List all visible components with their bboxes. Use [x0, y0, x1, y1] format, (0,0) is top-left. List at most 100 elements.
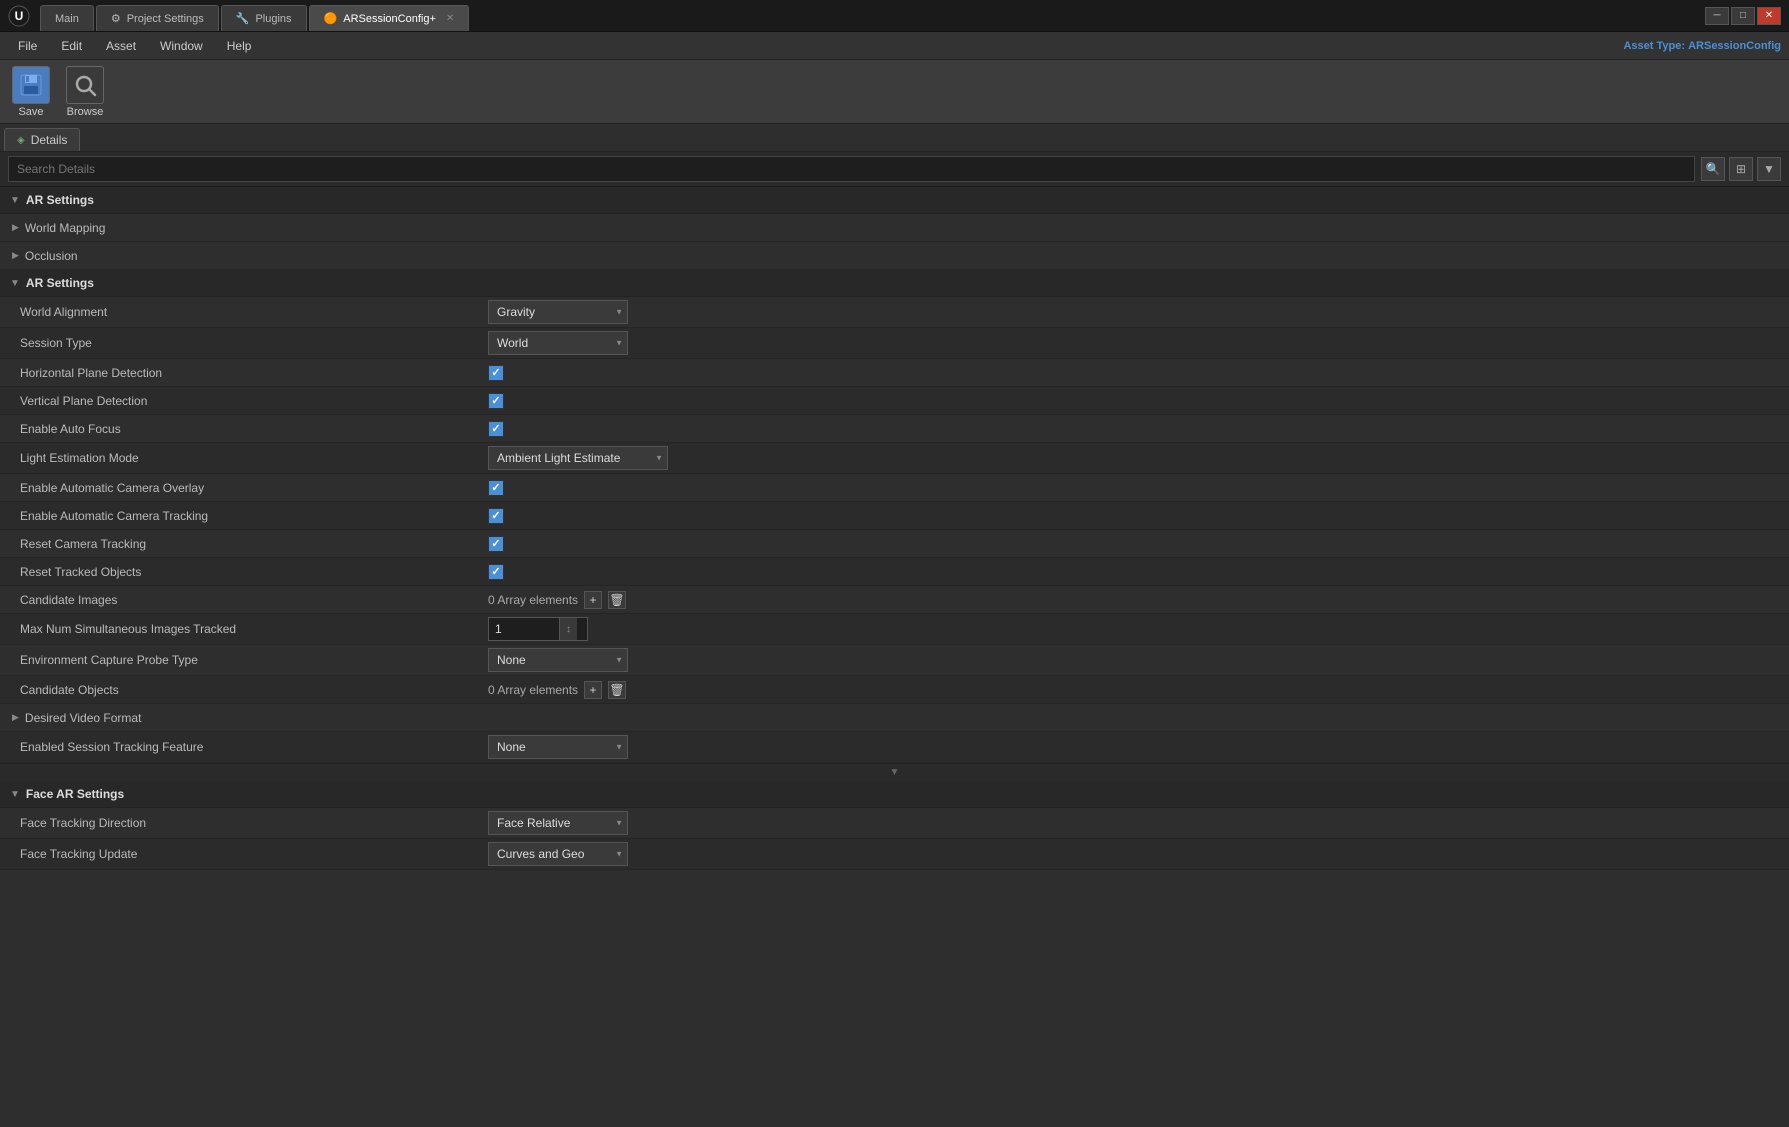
session-type-value: World Face Image ObjectDetection PoseTra… [480, 328, 1789, 358]
tab-project-settings[interactable]: ⚙ Project Settings [96, 5, 219, 31]
browse-button[interactable]: Browse [66, 66, 104, 118]
session-tracking-feature-row: Enabled Session Tracking Feature None Po… [0, 732, 1789, 763]
candidate-images-count: 0 Array elements [488, 593, 578, 607]
session-tracking-feature-select-wrapper: None PoseDetection SceneDepth [488, 735, 628, 759]
ue-logo: U [8, 5, 30, 27]
close-button[interactable]: ✕ [1757, 7, 1781, 25]
max-images-tracked-value: ↕ [480, 614, 1789, 644]
world-alignment-value: Gravity GravityAndHeading Camera [480, 297, 1789, 327]
window-controls: ─ □ ✕ [1705, 7, 1781, 25]
svg-text:U: U [15, 9, 24, 23]
session-type-select[interactable]: World Face Image ObjectDetection PoseTra… [488, 331, 628, 355]
candidate-images-value: 0 Array elements + 🗑 [480, 588, 1789, 612]
face-tracking-update-select[interactable]: Curves and Geo CurvesOnly GeoOnly [488, 842, 628, 866]
ar-settings-first-arrow: ▼ [10, 195, 20, 206]
face-ar-settings-header[interactable]: ▼ Face AR Settings [0, 781, 1789, 808]
camera-tracking-checkbox[interactable] [488, 508, 504, 524]
max-images-spin-btn[interactable]: ↕ [559, 618, 577, 640]
horizontal-plane-label: Horizontal Plane Detection [0, 362, 480, 384]
reset-camera-row: Reset Camera Tracking [0, 530, 1789, 558]
candidate-objects-label: Candidate Objects [0, 679, 480, 701]
max-images-tracked-row: Max Num Simultaneous Images Tracked ↕ [0, 614, 1789, 645]
candidate-images-row: Candidate Images 0 Array elements + 🗑 [0, 586, 1789, 614]
tab-arsession-close[interactable]: ✕ [446, 13, 454, 24]
world-mapping-row[interactable]: ▶ World Mapping [0, 214, 1789, 242]
camera-overlay-row: Enable Automatic Camera Overlay [0, 474, 1789, 502]
session-tracking-feature-select[interactable]: None PoseDetection SceneDepth [488, 735, 628, 759]
tab-arsession-icon: 🟠 [324, 12, 338, 25]
menu-window[interactable]: Window [150, 35, 213, 57]
desired-video-format-row[interactable]: ▶ Desired Video Format [0, 704, 1789, 732]
occlusion-row[interactable]: ▶ Occlusion [0, 242, 1789, 270]
reset-tracked-value [480, 561, 1789, 583]
world-alignment-row: World Alignment Gravity GravityAndHeadin… [0, 297, 1789, 328]
camera-tracking-label: Enable Automatic Camera Tracking [0, 505, 480, 527]
save-icon [12, 66, 50, 104]
reset-tracked-row: Reset Tracked Objects [0, 558, 1789, 586]
tab-plugins[interactable]: 🔧 Plugins [221, 5, 307, 31]
eye-button[interactable]: ▼ [1757, 157, 1781, 181]
horizontal-plane-checkbox[interactable] [488, 365, 504, 381]
face-tracking-update-value: Curves and Geo CurvesOnly GeoOnly [480, 839, 1789, 869]
tab-main[interactable]: Main [40, 5, 94, 31]
menu-edit[interactable]: Edit [51, 35, 92, 57]
details-panel: ◈ Details 🔍 ⊞ ▼ ▼ AR Settings ▶ World Ma… [0, 124, 1789, 1127]
candidate-objects-remove-button[interactable]: 🗑 [608, 681, 626, 699]
asset-type-value: ARSessionConfig [1688, 40, 1781, 52]
session-tracking-feature-value: None PoseDetection SceneDepth [480, 732, 1789, 762]
vertical-plane-label: Vertical Plane Detection [0, 390, 480, 412]
menu-file[interactable]: File [8, 35, 47, 57]
menu-bar: File Edit Asset Window Help Asset Type: … [0, 32, 1789, 60]
env-capture-select-wrapper: None Automatic Manual [488, 648, 628, 672]
camera-tracking-value [480, 505, 1789, 527]
reset-camera-label: Reset Camera Tracking [0, 533, 480, 555]
face-ar-settings-arrow: ▼ [10, 789, 20, 800]
grid-view-button[interactable]: ⊞ [1729, 157, 1753, 181]
details-tabs: ◈ Details [0, 124, 1789, 152]
tab-main-label: Main [55, 13, 79, 25]
world-alignment-select[interactable]: Gravity GravityAndHeading Camera [488, 300, 628, 324]
ar-settings-second-header[interactable]: ▼ AR Settings [0, 270, 1789, 297]
scroll-indicator: ▼ [0, 763, 1789, 781]
ar-settings-first-header[interactable]: ▼ AR Settings [0, 187, 1789, 214]
save-button[interactable]: Save [12, 66, 50, 118]
maximize-button[interactable]: □ [1731, 7, 1755, 25]
env-capture-select[interactable]: None Automatic Manual [488, 648, 628, 672]
candidate-images-add-button[interactable]: + [584, 591, 602, 609]
auto-focus-checkbox[interactable] [488, 421, 504, 437]
reset-tracked-label: Reset Tracked Objects [0, 561, 480, 583]
menu-asset[interactable]: Asset [96, 35, 146, 57]
reset-camera-checkbox[interactable] [488, 536, 504, 552]
details-tab[interactable]: ◈ Details [4, 128, 80, 151]
candidate-images-label: Candidate Images [0, 589, 480, 611]
max-images-input[interactable] [489, 622, 559, 636]
face-tracking-update-row: Face Tracking Update Curves and Geo Curv… [0, 839, 1789, 870]
tab-arsession[interactable]: 🟠 ARSessionConfig+ ✕ [309, 5, 470, 31]
world-mapping-label: World Mapping [25, 221, 105, 235]
tab-project-settings-icon: ⚙ [111, 12, 121, 25]
world-alignment-label: World Alignment [0, 301, 480, 323]
search-magnify-button[interactable]: 🔍 [1701, 157, 1725, 181]
camera-overlay-checkbox[interactable] [488, 480, 504, 496]
menu-help[interactable]: Help [217, 35, 262, 57]
candidate-objects-add-button[interactable]: + [584, 681, 602, 699]
vertical-plane-value [480, 390, 1789, 412]
world-mapping-arrow: ▶ [12, 222, 19, 233]
session-tracking-feature-label: Enabled Session Tracking Feature [0, 736, 480, 758]
ar-settings-first-title: AR Settings [26, 193, 94, 207]
minimize-button[interactable]: ─ [1705, 7, 1729, 25]
face-ar-settings-title: Face AR Settings [26, 787, 124, 801]
occlusion-label: Occlusion [25, 249, 78, 263]
horizontal-plane-value [480, 362, 1789, 384]
title-bar: U Main ⚙ Project Settings 🔧 Plugins 🟠 AR… [0, 0, 1789, 32]
light-estimation-select[interactable]: Ambient Light Estimate None DirectionalL… [488, 446, 668, 470]
search-input[interactable] [8, 156, 1695, 182]
browse-label: Browse [67, 106, 104, 118]
vertical-plane-checkbox[interactable] [488, 393, 504, 409]
reset-tracked-checkbox[interactable] [488, 564, 504, 580]
tab-arsession-label: ARSessionConfig+ [343, 13, 436, 25]
candidate-images-remove-button[interactable]: 🗑 [608, 591, 626, 609]
face-tracking-direction-select[interactable]: Face Relative CameraRelative [488, 811, 628, 835]
content-area: ▼ AR Settings ▶ World Mapping ▶ Occlusio… [0, 187, 1789, 1127]
save-label: Save [18, 106, 43, 118]
